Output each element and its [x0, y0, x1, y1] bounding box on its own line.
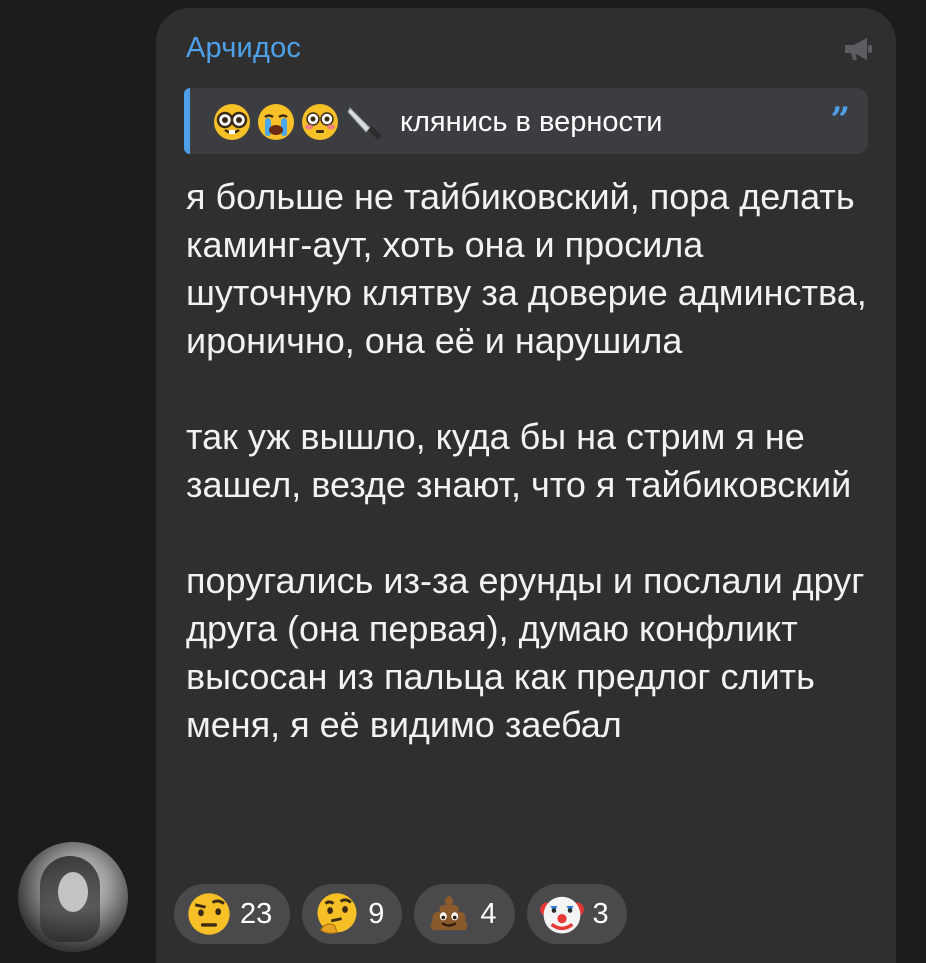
knife-emoji	[347, 107, 382, 140]
thinking-face-emoji	[317, 893, 357, 934]
pile-of-poo-emoji	[431, 895, 468, 931]
sender-name[interactable]: Арчидос	[186, 32, 301, 65]
reaction-count: 3	[592, 897, 609, 930]
chat-view: Арчидос клянись в верности ” я больше не…	[0, 0, 926, 963]
message-bubble[interactable]: Арчидос клянись в верности ” я больше не…	[156, 8, 896, 963]
crying-face-emoji	[258, 104, 294, 140]
quote-icon: ”	[830, 100, 850, 140]
sender-avatar[interactable]	[18, 842, 128, 952]
reaction-thinking[interactable]: 9	[302, 884, 403, 944]
nerd-face-emoji	[214, 104, 250, 140]
reaction-count: 4	[480, 897, 497, 930]
reply-accent-bar	[184, 88, 190, 154]
flushed-face-emoji	[302, 104, 338, 140]
reaction-raised-eyebrow[interactable]: 23	[174, 884, 291, 944]
reaction-count: 9	[368, 897, 385, 930]
message-paragraph-3: поругались из-за ерунды и послали друг д…	[186, 560, 875, 745]
reactions-bar: 23 9 4 3	[174, 884, 627, 944]
reply-text: клянись в верности	[400, 106, 663, 138]
megaphone-icon	[845, 38, 872, 60]
reply-emoji-row	[212, 102, 384, 142]
clown-face-emoji	[539, 896, 584, 934]
avatar-face	[58, 872, 88, 912]
reply-preview[interactable]: клянись в верности ”	[184, 88, 868, 154]
message-paragraph-2: так уж вышло, куда бы на стрим я не заше…	[186, 416, 852, 505]
reaction-count: 23	[240, 897, 273, 930]
reaction-clown[interactable]: 3	[526, 884, 627, 944]
message-text: я больше не тайбиковский, пора делать ка…	[186, 173, 876, 749]
raised-eyebrow-emoji	[188, 893, 230, 935]
reaction-poo[interactable]: 4	[414, 884, 515, 944]
message-paragraph-1: я больше не тайбиковский, пора делать ка…	[186, 176, 877, 361]
